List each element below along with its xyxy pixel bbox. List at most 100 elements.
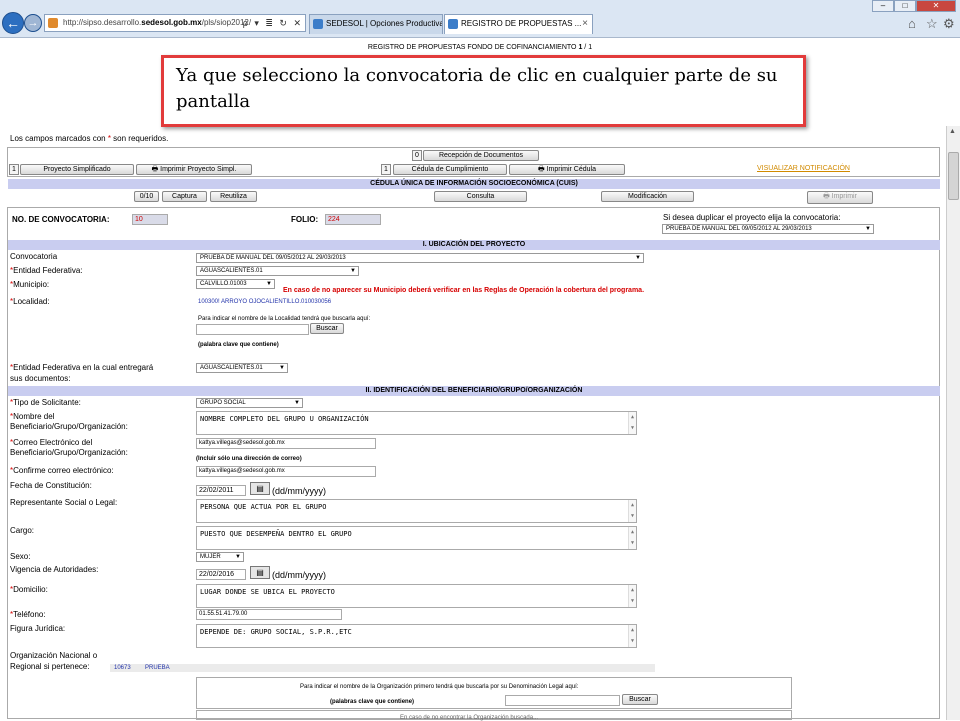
confirme-correo-input[interactable]: kattya.villegas@sedesol.gob.mx	[196, 466, 376, 477]
representante-label: Representante Social o Legal:	[10, 498, 118, 507]
domicilio-textarea[interactable]: LUGAR DONDE SE UBICA EL PROYECTO ▲ ▼	[196, 584, 637, 608]
chevron-down-icon: ▼	[266, 281, 272, 287]
duplicar-selected: PRUEBA DE MANUAL DEL 09/05/2012 AL 29/03…	[666, 226, 812, 232]
favorites-star-icon[interactable]: ☆	[926, 16, 938, 32]
page-title-text: REGISTRO DE PROPUESTAS FONDO DE COFINANC…	[367, 44, 579, 51]
scroll-arrows-icon[interactable]: ▲ ▼	[628, 527, 636, 549]
folio-label: FOLIO:	[291, 215, 319, 224]
back-icon[interactable]: ←	[2, 12, 24, 34]
nombre-textarea[interactable]: NOMBRE COMPLETO DEL GRUPO U ORGANIZACIÓN…	[196, 411, 637, 435]
organizacion-search-box	[196, 677, 792, 709]
municipio-label-text: Municipio:	[13, 280, 50, 289]
chevron-down-icon: ▼	[235, 554, 241, 560]
page-title: REGISTRO DE PROPUESTAS FONDO DE COFINANC…	[0, 44, 960, 51]
cargo-textarea[interactable]: PUESTO QUE DESEMPEÑA DENTRO EL GRUPO ▲ ▼	[196, 526, 637, 550]
localidad-search-input[interactable]	[196, 324, 309, 335]
imprimir-proyecto-button[interactable]: 🖶 Imprimir Proyecto Simpl.	[136, 164, 252, 175]
close-tab-icon[interactable]: ×	[582, 15, 588, 33]
printer-icon: 🖶	[151, 166, 159, 173]
confirme-label-text: Confirme correo electrónico:	[13, 466, 114, 475]
close-window-icon[interactable]: ✕	[916, 0, 956, 12]
convocatoria-select[interactable]: PRUEBA DE MANUAL DEL 09/05/2012 AL 29/03…	[196, 253, 644, 263]
site-favicon-icon	[48, 18, 58, 28]
correo-input[interactable]: kattya.villegas@sedesol.gob.mx	[196, 438, 376, 449]
convocatoria-label: Convocatoria	[10, 252, 58, 261]
sexo-selected: MUJER	[200, 554, 221, 560]
maximize-icon[interactable]: □	[894, 0, 916, 12]
entidad-entrega-select[interactable]: AGUASCALIENTES.01 ▼	[196, 363, 288, 373]
scroll-arrows-icon[interactable]: ▲ ▼	[628, 412, 636, 434]
domicilio-value: LUGAR DONDE SE UBICA EL PROYECTO	[200, 588, 335, 596]
tab-opciones-productivas[interactable]: SEDESOL | Opciones Productivas	[309, 14, 443, 34]
tipo-solicitante-select[interactable]: GRUPO SOCIAL ▼	[196, 398, 303, 408]
duplicar-label: Si desea duplicar el proyecto elija la c…	[663, 213, 841, 222]
printer-icon: 🖶	[538, 166, 545, 173]
representante-textarea[interactable]: PERSONA QUE ACTUA POR EL GRUPO ▲ ▼	[196, 499, 637, 523]
chevron-down-icon: ▼	[635, 255, 641, 261]
sexo-select[interactable]: MUJER ▼	[196, 552, 244, 562]
localidad-label: *Localidad:	[10, 297, 50, 307]
telefono-input[interactable]: 01.55.51.41.79.00	[196, 609, 342, 620]
minimize-icon[interactable]: –	[872, 0, 894, 12]
cargo-value: PUESTO QUE DESEMPEÑA DENTRO EL GRUPO	[200, 530, 352, 538]
organizacion-name: PRUEBA	[145, 665, 170, 671]
address-bar[interactable]: http://sipso.desarrollo.sedesol.gob.mx/p…	[44, 14, 306, 32]
settings-gear-icon[interactable]: ⚙	[943, 16, 955, 32]
municipio-label: *Municipio:	[10, 280, 49, 290]
page-scrollbar[interactable]: ▲	[946, 126, 960, 720]
correo-label: *Correo Electrónico del	[10, 438, 92, 448]
entidad-label: *Entidad Federativa:	[10, 266, 83, 276]
imprimir-cedula-button[interactable]: 🖶 Imprimir Cédula	[509, 164, 625, 175]
required-note-text-end: son requeridos.	[110, 134, 169, 143]
organizacion-code: 10673	[114, 665, 131, 671]
figura-juridica-textarea[interactable]: DEPENDE DE: GRUPO SOCIAL, S.P.R.,ETC ▲ ▼	[196, 624, 637, 648]
proyecto-simplificado-button[interactable]: Proyecto Simplificado	[20, 164, 134, 175]
municipio-select[interactable]: CALVILLO.01003 ▼	[196, 279, 275, 289]
organizacion-footer: En caso de no encontrar la Organización …	[400, 715, 539, 721]
scroll-up-icon[interactable]: ▲	[949, 128, 956, 135]
localidad-label-text: Localidad:	[13, 297, 50, 306]
municipio-selected: CALVILLO.01003	[200, 281, 247, 287]
recepcion-documentos-button[interactable]: Recepción de Documentos	[423, 150, 539, 161]
entidad-selected: AGUASCALIENTES.01	[200, 268, 263, 274]
captura-button[interactable]: Captura	[162, 191, 207, 202]
scrollbar-thumb[interactable]	[948, 152, 959, 200]
tab-registro-propuestas[interactable]: REGISTRO DE PROPUESTAS ... ×	[444, 14, 593, 34]
url-domain: sedesol.gob.mx	[141, 18, 202, 27]
scroll-arrows-icon[interactable]: ▲ ▼	[628, 585, 636, 607]
fecha-constitucion-input[interactable]: 22/02/2011	[196, 485, 246, 496]
address-tools-icons[interactable]: ρ ▾ ≣ ↻ ✕	[243, 15, 303, 31]
organizacion-label: Organización Nacional o	[10, 651, 98, 660]
vigencia-input[interactable]: 22/02/2016	[196, 569, 246, 580]
sexo-label: Sexo:	[10, 552, 31, 561]
duplicar-convocatoria-select[interactable]: PRUEBA DE MANUAL DEL 09/05/2012 AL 29/03…	[662, 224, 874, 234]
entidad-entrega-label-line1: Entidad Federativa en la cual entregará	[13, 363, 154, 372]
entidad-select[interactable]: AGUASCALIENTES.01 ▼	[196, 266, 359, 276]
home-icon[interactable]: ⌂	[908, 16, 916, 31]
fecha-constitucion-label: Fecha de Constitución:	[10, 481, 92, 490]
localidad-hint: Para indicar el nombre de la Localidad t…	[198, 316, 371, 322]
calendar-icon[interactable]: ▤	[250, 566, 270, 579]
correo-hint: (Incluir sólo una dirección de correo)	[196, 456, 302, 462]
consulta-button[interactable]: Consulta	[434, 191, 527, 202]
scroll-arrows-icon[interactable]: ▲ ▼	[628, 500, 636, 522]
cedula-cumplimiento-button[interactable]: Cédula de Cumplimiento	[393, 164, 507, 175]
organizacion-clave-hint: (palabras clave que contiene)	[330, 699, 415, 705]
required-fields-note: Los campos marcados con * son requeridos…	[10, 134, 168, 143]
vigencia-format: (dd/mm/yyyy)	[272, 570, 326, 580]
imprimir-cuis-button[interactable]: 🖶 Imprimir	[807, 191, 873, 204]
buscar-localidad-button[interactable]: Buscar	[310, 323, 344, 334]
scroll-arrows-icon[interactable]: ▲ ▼	[628, 625, 636, 647]
buscar-organizacion-button[interactable]: Buscar	[622, 694, 658, 705]
correo-label-line2: Beneficiario/Grupo/Organización:	[10, 448, 128, 457]
recepcion-count: 0	[412, 150, 422, 161]
forward-icon[interactable]: →	[24, 14, 42, 32]
visualizar-notificacion-link[interactable]: VISUALIZAR NOTIFICACIÓN	[757, 165, 850, 172]
modificacion-button[interactable]: Modificación	[601, 191, 694, 202]
cargo-label: Cargo:	[10, 526, 35, 535]
entidad-entrega-selected: AGUASCALIENTES.01	[200, 365, 263, 371]
organizacion-search-input[interactable]	[505, 695, 620, 706]
calendar-icon[interactable]: ▤	[250, 482, 270, 495]
confirme-label: *Confirme correo electrónico:	[10, 466, 114, 476]
reutiliza-button[interactable]: Reutiliza	[210, 191, 257, 202]
